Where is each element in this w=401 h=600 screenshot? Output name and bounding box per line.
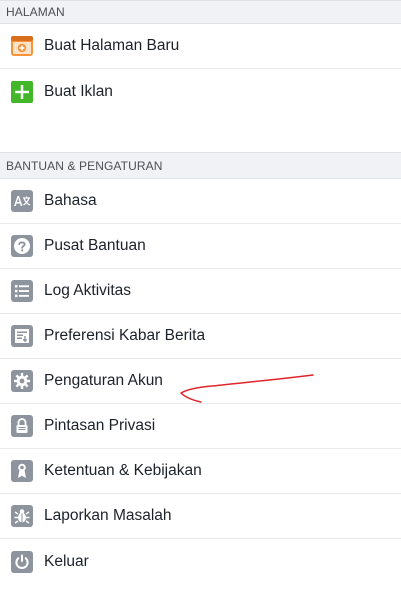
lock-icon (10, 414, 34, 438)
menu-item-help-center[interactable]: Pusat Bantuan (0, 224, 401, 269)
section-header-halaman: HALAMAN (0, 0, 401, 24)
menu-item-terms-policies[interactable]: Ketentuan & Kebijakan (0, 449, 401, 494)
language-icon (10, 189, 34, 213)
section-spacer (0, 114, 401, 152)
gear-icon (10, 369, 34, 393)
menu-item-label: Preferensi Kabar Berita (44, 327, 206, 344)
menu-item-create-ad[interactable]: Buat Iklan (0, 69, 401, 114)
menu-item-logout[interactable]: Keluar (0, 539, 401, 584)
list-icon (10, 279, 34, 303)
menu-item-report-problem[interactable]: Laporkan Masalah (0, 494, 401, 539)
power-icon (10, 550, 34, 574)
menu-item-label: Pusat Bantuan (44, 237, 146, 254)
menu-item-news-feed-preferences[interactable]: Preferensi Kabar Berita (0, 314, 401, 359)
section-header-bantuan: BANTUAN & PENGATURAN (0, 152, 401, 179)
section-title: BANTUAN & PENGATURAN (6, 158, 163, 173)
menu-item-label: Bahasa (44, 192, 97, 209)
question-icon (10, 234, 34, 258)
menu-item-privacy-shortcuts[interactable]: Pintasan Privasi (0, 404, 401, 449)
bug-icon (10, 504, 34, 528)
menu-item-activity-log[interactable]: Log Aktivitas (0, 269, 401, 314)
menu-item-label: Pengaturan Akun (44, 372, 163, 389)
menu-item-account-settings[interactable]: Pengaturan Akun (0, 359, 401, 404)
menu-item-label: Pintasan Privasi (44, 417, 156, 434)
menu-item-label: Keluar (44, 552, 89, 570)
menu-item-label: Ketentuan & Kebijakan (44, 462, 202, 479)
section-title: HALAMAN (6, 5, 65, 19)
menu-item-label: Laporkan Masalah (44, 507, 172, 524)
plus-icon (10, 80, 34, 104)
menu-item-label: Log Aktivitas (44, 282, 132, 299)
menu-item-label: Buat Iklan (44, 82, 113, 100)
menu-item-create-page[interactable]: Buat Halaman Baru (0, 24, 401, 69)
terms-icon (10, 459, 34, 483)
news-feed-icon (10, 324, 34, 348)
create-page-icon (10, 34, 34, 58)
menu-item-language[interactable]: Bahasa (0, 179, 401, 224)
menu-item-label: Buat Halaman Baru (44, 37, 180, 54)
